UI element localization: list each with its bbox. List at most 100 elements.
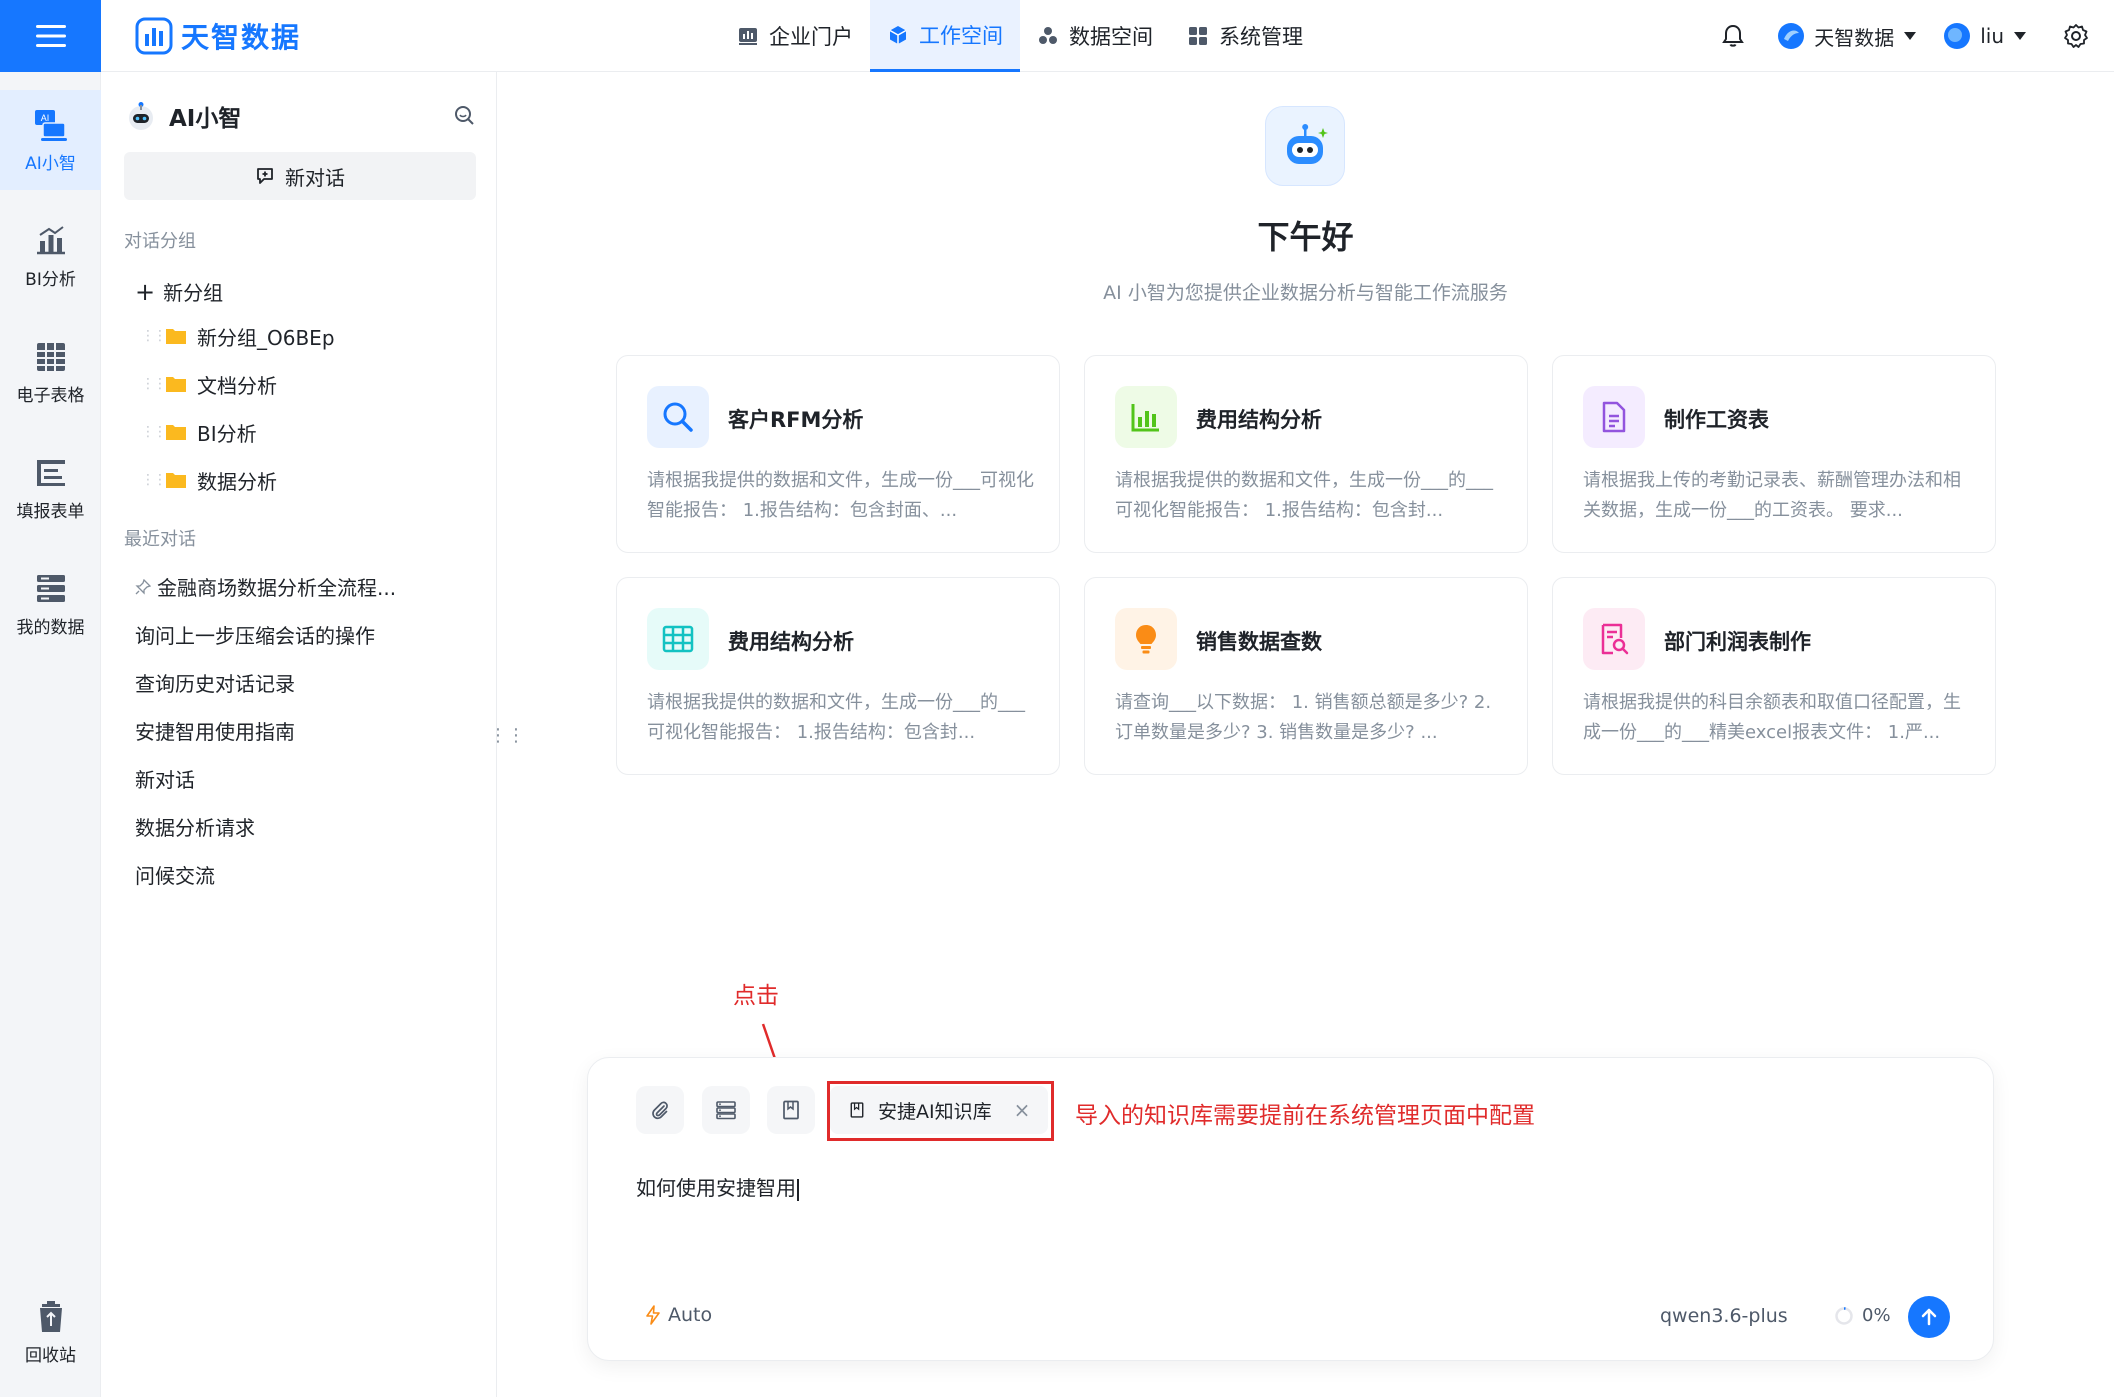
nav-workspace[interactable]: 工作空间 [870,0,1020,72]
data-source-button[interactable] [702,1086,750,1134]
rail-item-my-data[interactable]: 我的数据 [0,554,101,654]
arrow-up-icon [1921,1308,1937,1326]
app-rail: AI AI小智 BI分析 电子表格 填报表单 我的数据 回收站 [0,72,101,1397]
avatar [1944,23,1971,49]
drag-handle-icon[interactable]: ⋮⋮ [141,424,167,440]
nav-label: 工作空间 [919,23,1003,48]
greeting: 下午好 [1257,218,1354,256]
hamburger-icon [35,25,66,47]
rail-item-form[interactable]: 填报表单 [0,438,101,538]
card-title: 费用结构分析 [1196,408,1322,432]
brand-logo[interactable]: 天智数据 [135,16,301,56]
org-logo-icon [1778,23,1805,49]
assistant-avatar [1265,106,1345,186]
rail-label: 回收站 [25,1345,76,1366]
nav-label: 数据空间 [1069,25,1153,49]
search-icon [663,402,693,432]
robot-avatar-icon [129,102,153,130]
rail-item-ai-assistant[interactable]: AI AI小智 [0,90,101,190]
chevron-down-icon [1904,32,1917,40]
usage-value: 0% [1862,1305,1891,1326]
card-title: 客户RFM分析 [728,408,864,432]
spreadsheet-icon [36,342,65,371]
recent-chat-item[interactable]: 查询历史对话记录 [135,668,295,697]
rail-label: 填报表单 [16,501,85,522]
brand-logo-icon [135,17,173,55]
nav-enterprise-portal[interactable]: 企业门户 [720,0,870,72]
org-switcher[interactable]: 天智数据 [1776,21,1917,51]
recent-chat-item[interactable]: 金融商场数据分析全流程... [135,572,396,601]
org-name: 天智数据 [1814,25,1895,50]
text-cursor [797,1178,799,1201]
rail-item-spreadsheet[interactable]: 电子表格 [0,322,101,422]
rail-label: BI分析 [25,269,76,290]
add-group-button[interactable]: + 新分组 [135,277,223,306]
prompt-card[interactable]: 销售数据查数 请查询___以下数据： 1. 销售额总额是多少? 2. 订单数量是… [1084,577,1528,775]
attach-button[interactable] [636,1086,684,1134]
bell-icon[interactable] [1720,23,1746,49]
header-actions: 天智数据 liu [1720,0,2114,72]
drag-handle-icon[interactable]: ⋮⋮ [141,472,167,488]
drag-handle-icon[interactable]: ⋮⋮ [141,376,167,392]
menu-button[interactable] [0,0,101,72]
card-description: 请查询___以下数据： 1. 销售额总额是多少? 2. 订单数量是多少? 3. … [1115,692,1492,743]
new-chat-icon [257,168,273,184]
plus-icon: + [135,277,156,306]
brand-name: 天智数据 [181,21,302,54]
search-icon[interactable] [453,104,475,126]
drag-handle-icon[interactable]: ⋮⋮ [141,328,167,344]
gear-icon[interactable] [2062,22,2090,50]
nav-system-admin[interactable]: 系统管理 [1170,0,1320,72]
card-title: 销售数据查数 [1196,630,1322,654]
mode-selector[interactable]: Auto [644,1304,712,1326]
card-description: 请根据我上传的考勤记录表、薪酬管理办法和相关数据，生成一份___的工资表。 要求… [1583,470,1961,521]
prompt-card[interactable]: 制作工资表 请根据我上传的考勤记录表、薪酬管理办法和相关数据，生成一份___的工… [1552,355,1996,553]
rail-item-recycle-bin[interactable]: 回收站 [0,1282,101,1382]
annotation-note: 导入的知识库需要提前在系统管理页面中配置 [1075,1103,1535,1129]
groups-section-label: 对话分组 [124,231,196,252]
ai-assistant-icon: AI [34,109,67,141]
mode-label: Auto [668,1304,713,1326]
prompt-card[interactable]: 部门利润表制作 请根据我提供的科目余额表和取值口径配置，生成一份___的___精… [1552,577,1996,775]
folder-icon [166,425,186,440]
chat-input-field[interactable]: 如何使用安捷智用 [636,1172,799,1201]
group-item[interactable]: ⋮⋮ 文档分析 [141,366,277,402]
chart-board-icon [739,28,757,45]
user-menu[interactable]: liu [1942,21,2026,51]
prompt-card[interactable]: 客户RFM分析 请根据我提供的数据和文件，生成一份___可视化智能报告： 1.报… [616,355,1060,553]
book-icon [783,1100,799,1120]
group-item[interactable]: ⋮⋮ 数据分析 [141,462,277,498]
user-name: liu [1980,24,2004,48]
recent-chat-item[interactable]: 数据分析请求 [135,812,255,841]
rail-item-bi[interactable]: BI分析 [0,206,101,306]
model-selector[interactable]: qwen3.6-plus [1660,1305,1788,1327]
chevron-down-icon [2014,32,2026,40]
recent-chat-item[interactable]: 新对话 [135,764,195,793]
database-icon [36,574,65,602]
card-icon-wrap [647,608,709,670]
recycle-bin-icon [39,1300,62,1332]
rail-label: 电子表格 [16,385,85,406]
recent-chat-item[interactable]: 问候交流 [135,860,215,889]
paperclip-icon [652,1101,668,1120]
top-bar: 天智数据 企业门户 工作空间 数据空间 系统管理 天智数据 liu [0,0,2114,72]
prompt-card[interactable]: 费用结构分析 请根据我提供的数据和文件，生成一份___的___可视化智能报告： … [616,577,1060,775]
nav-data-space[interactable]: 数据空间 [1020,0,1170,72]
recent-chat-item[interactable]: 询问上一步压缩会话的操作 [135,620,375,649]
greeting-subtitle: AI 小智为您提供企业数据分析与智能工作流服务 [1103,282,1508,304]
group-item[interactable]: ⋮⋮ BI分析 [141,414,257,450]
report-search-icon [1601,623,1629,655]
send-button[interactable] [1908,1296,1950,1338]
new-chat-button[interactable]: 新对话 [124,152,476,200]
group-item[interactable]: ⋮⋮ 新分组_O6BEp [141,318,335,354]
folder-icon [166,473,186,488]
prompt-card[interactable]: 费用结构分析 请根据我提供的数据和文件，生成一份___的___可视化智能报告： … [1084,355,1528,553]
recent-chat-item[interactable]: 安捷智用使用指南 [135,716,295,745]
folder-icon [166,377,186,392]
rail-label: 我的数据 [16,617,85,638]
sidebar-title: AI小智 [169,106,242,132]
card-description: 请根据我提供的数据和文件，生成一份___可视化智能报告： 1.报告结构：包含封面… [647,470,1034,521]
sidebar-header: AI小智 [125,96,475,136]
conversation-sidebar: AI小智 新对话 对话分组 + 新分组 ⋮⋮ 新分组_O6BEp ⋮⋮ 文档分析… [101,72,497,1397]
knowledge-base-button[interactable] [767,1086,815,1134]
